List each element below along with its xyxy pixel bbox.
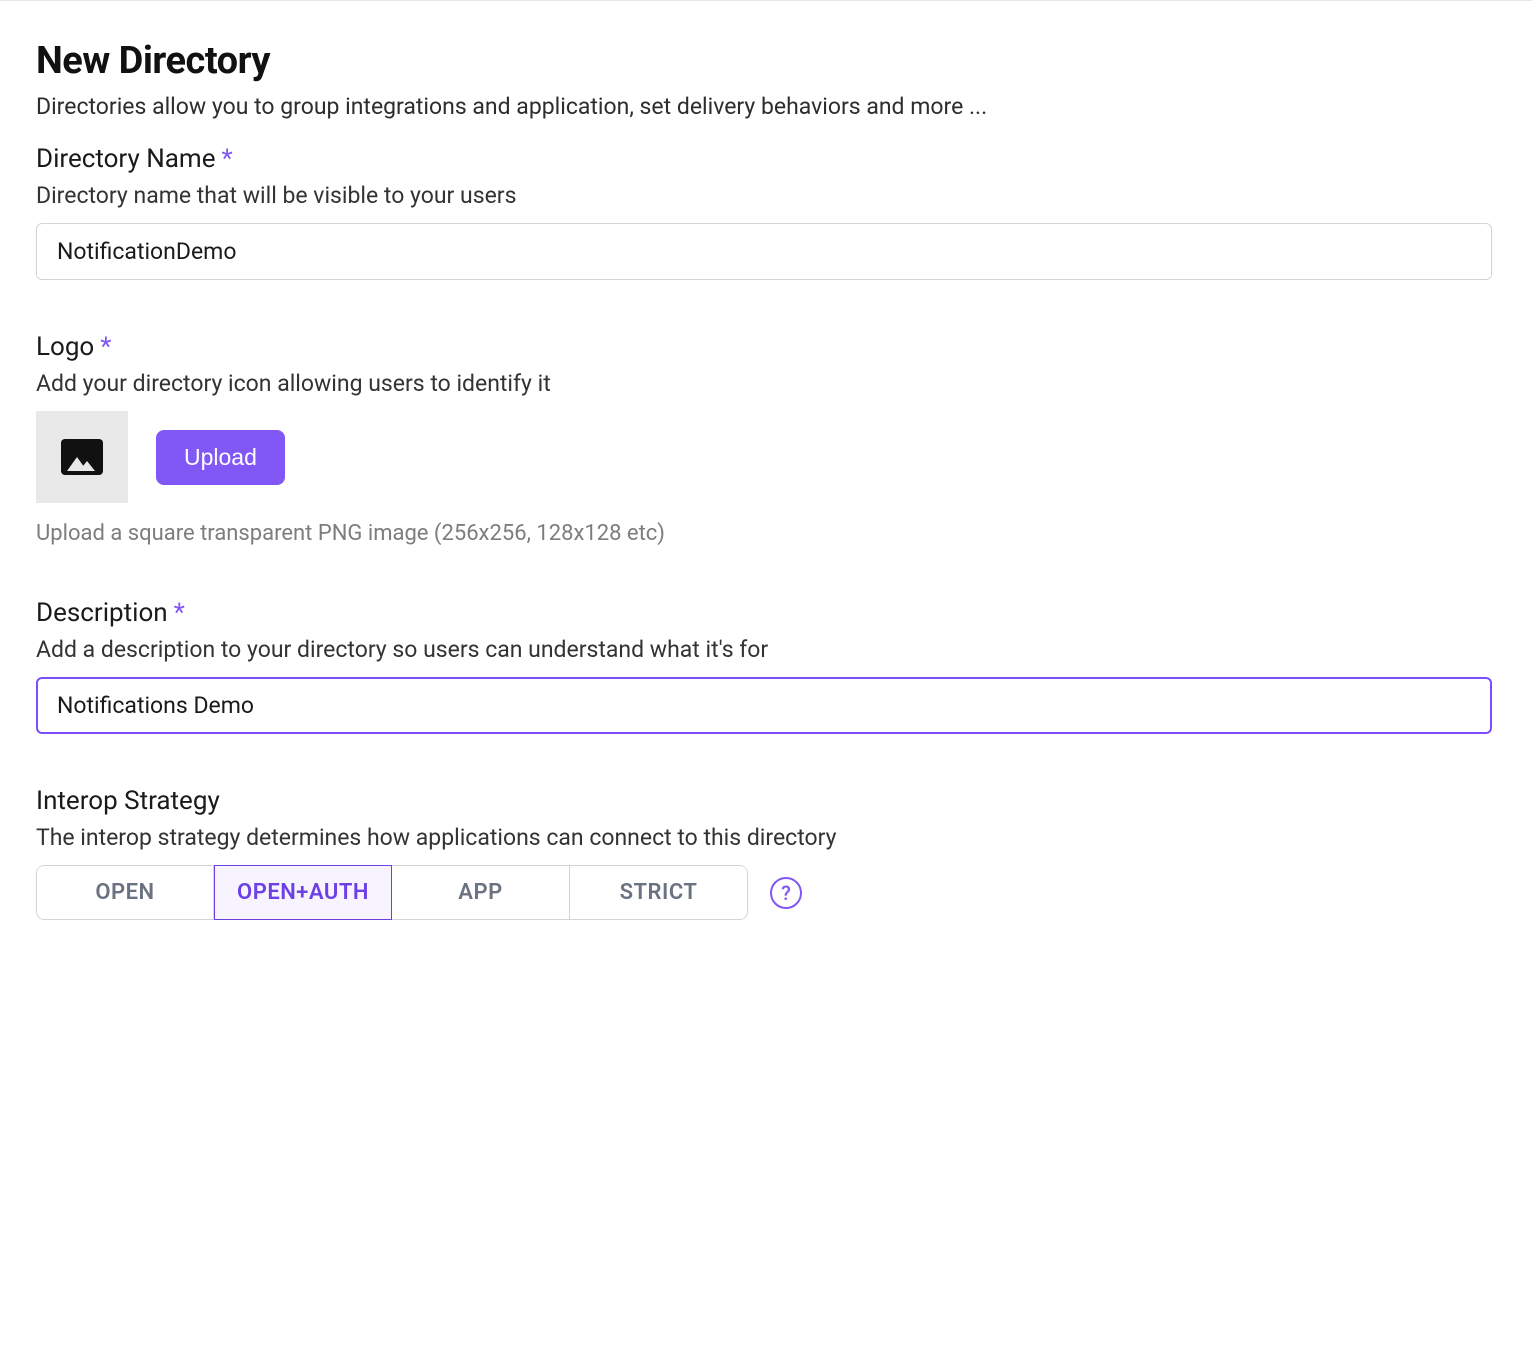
- interop-segmented-control: OPEN OPEN+AUTH APP STRICT: [36, 865, 748, 920]
- logo-label: Logo *: [36, 332, 1492, 362]
- interop-option-open[interactable]: OPEN: [36, 865, 214, 920]
- interop-label: Interop Strategy: [36, 786, 1492, 816]
- directory-name-label-text: Directory Name: [36, 144, 216, 174]
- logo-preview: [36, 411, 128, 503]
- required-asterisk-icon: *: [222, 144, 233, 174]
- directory-name-input[interactable]: [36, 223, 1492, 280]
- logo-desc: Add your directory icon allowing users t…: [36, 370, 1492, 397]
- description-input[interactable]: [36, 677, 1492, 734]
- directory-name-section: Directory Name * Directory name that wil…: [36, 144, 1492, 280]
- required-asterisk-icon: *: [100, 332, 111, 362]
- description-desc: Add a description to your directory so u…: [36, 636, 1492, 663]
- interop-option-open-auth[interactable]: OPEN+AUTH: [214, 865, 392, 920]
- interop-option-app[interactable]: APP: [392, 865, 570, 920]
- description-label-text: Description: [36, 598, 168, 628]
- interop-label-text: Interop Strategy: [36, 786, 220, 816]
- required-asterisk-icon: *: [174, 598, 185, 628]
- interop-option-strict[interactable]: STRICT: [570, 865, 748, 920]
- upload-button[interactable]: Upload: [156, 430, 285, 485]
- directory-name-label: Directory Name *: [36, 144, 1492, 174]
- image-placeholder-icon: [61, 439, 103, 475]
- description-label: Description *: [36, 598, 1492, 628]
- directory-name-desc: Directory name that will be visible to y…: [36, 182, 1492, 209]
- page-subtitle: Directories allow you to group integrati…: [36, 93, 1492, 120]
- logo-section: Logo * Add your directory icon allowing …: [36, 332, 1492, 546]
- description-section: Description * Add a description to your …: [36, 598, 1492, 734]
- help-icon[interactable]: ?: [770, 877, 802, 909]
- interop-desc: The interop strategy determines how appl…: [36, 824, 1492, 851]
- logo-hint: Upload a square transparent PNG image (2…: [36, 521, 1492, 546]
- logo-label-text: Logo: [36, 332, 94, 362]
- page-title: New Directory: [36, 39, 1492, 83]
- interop-section: Interop Strategy The interop strategy de…: [36, 786, 1492, 920]
